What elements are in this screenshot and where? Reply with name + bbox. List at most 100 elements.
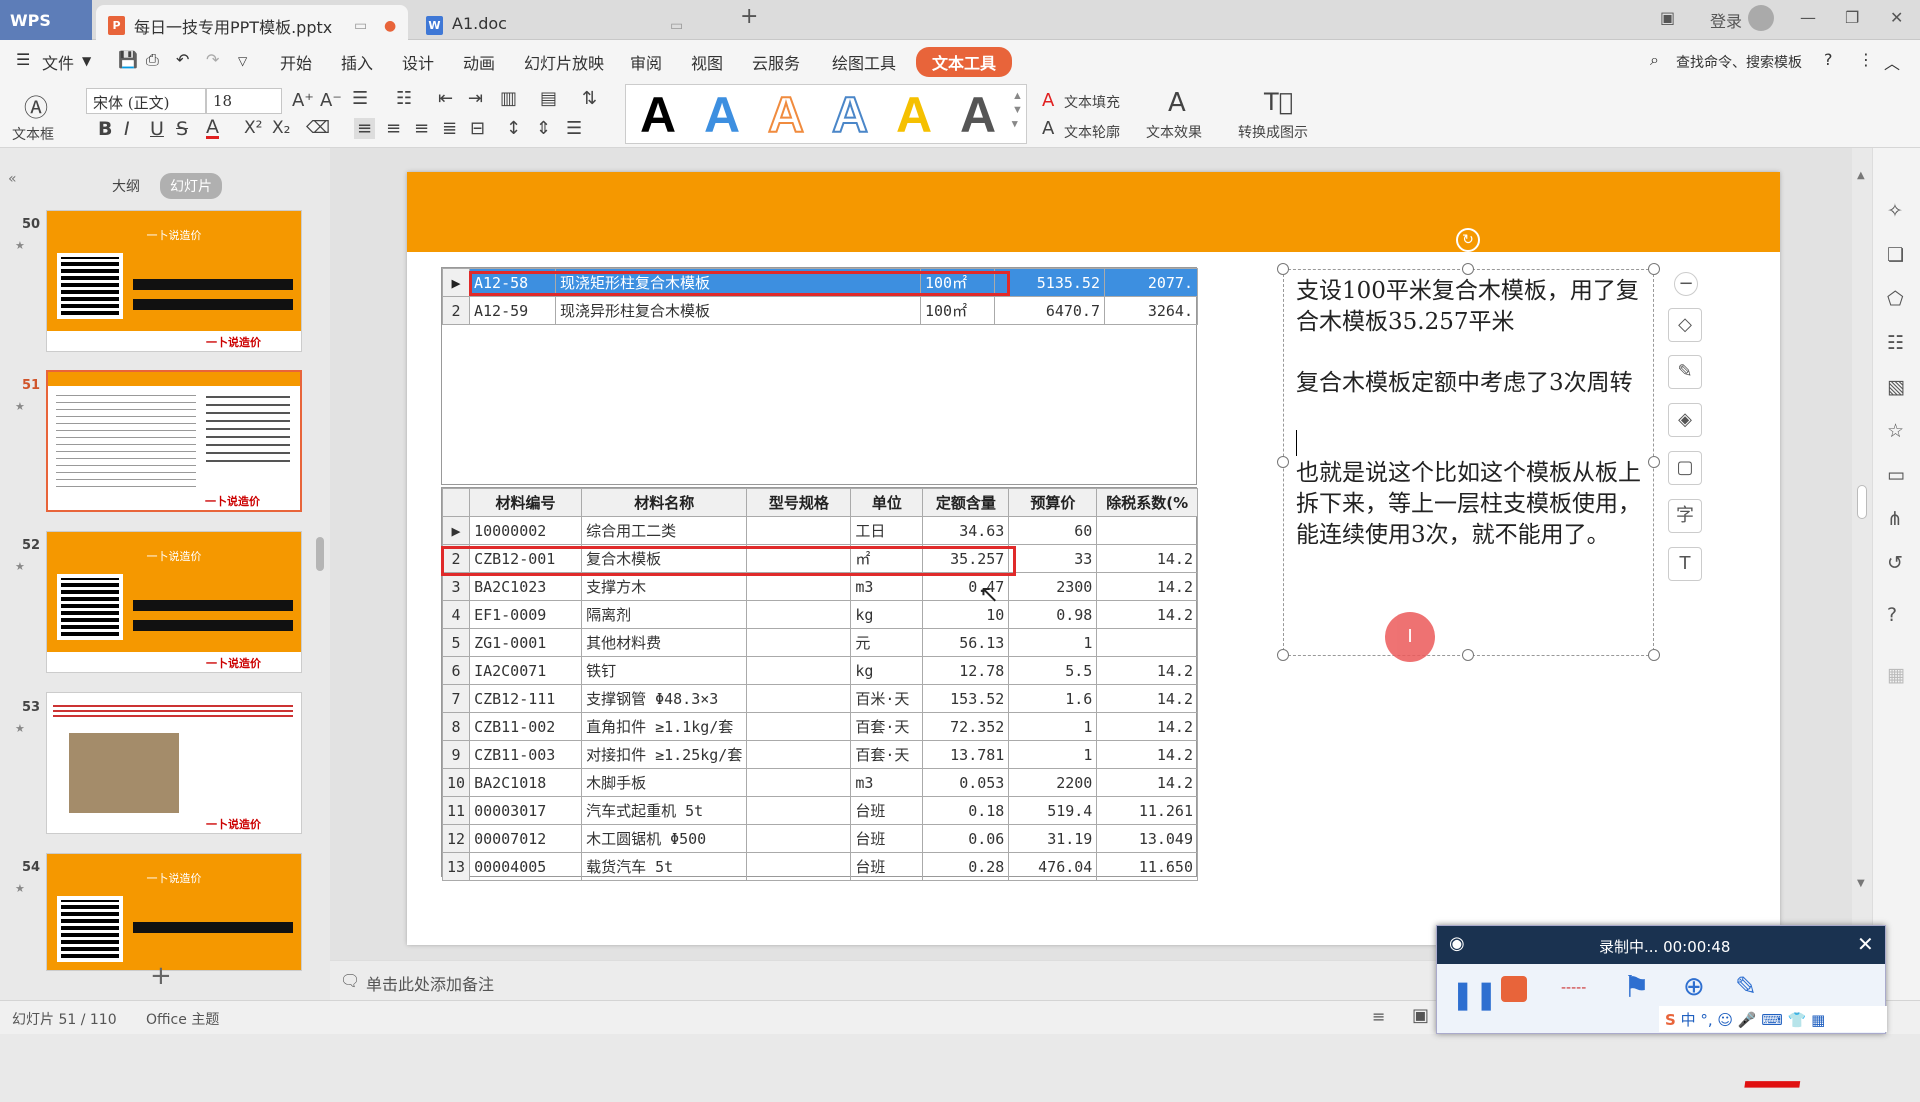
strikethrough-icon[interactable]: S [176,118,188,140]
table-row[interactable]: 13 00004005 载货汽车 5t 台班 0.28 476.04 11.650 [441,852,1198,881]
table-row[interactable]: 10 BA2C1018 木脚手板 m3 0.053 2200 14.2 [441,768,1198,797]
menu-file[interactable]: 文件 [42,50,74,74]
outdent-icon[interactable]: ⇥ [468,88,483,109]
textbox-icon[interactable]: Ⓐ [24,88,48,123]
table-row[interactable]: 11 00003017 汽车式起重机 5t 台班 0.18 519.4 11.261 [441,796,1198,825]
stop-button[interactable] [1501,976,1527,1002]
more-icon[interactable]: ⋮ [1858,50,1874,69]
draw-icon[interactable]: ✎ [1735,972,1757,1002]
zoom-icon[interactable]: ⊕ [1683,972,1705,1002]
underline-icon[interactable]: U [150,118,164,140]
superscript-icon[interactable]: X² [244,118,262,138]
restore-button[interactable]: ❐ [1845,8,1859,27]
text-fill-icon[interactable]: A [1042,90,1054,111]
pause-button[interactable]: ❚❚ [1451,978,1498,1011]
archive-icon[interactable]: ▭ [1887,464,1905,486]
theme-name[interactable]: Office 主题 [146,1009,219,1029]
table-row[interactable]: 2 A12-59 现浇异形柱复合木模板 100㎡ 6470.7 3264. [442,296,1198,325]
login-button[interactable]: 登录 [1710,8,1742,32]
search-commands[interactable]: 查找命令、搜索模板 [1676,52,1802,72]
resize-handle[interactable] [1277,456,1289,468]
grid-icon[interactable]: ▦ [1887,664,1905,686]
table-row[interactable]: ▶ 10000002 综合用工二类 工日 34.63 60 [441,516,1198,545]
table-row[interactable]: 4 EF1-0009 隔离剂 kg 10 0.98 14.2 [441,600,1198,629]
table-row[interactable]: 9 CZB11-003 对接扣件 ≥1.25kg/套 百套·天 13.781 1 14.2 [441,740,1198,769]
resize-handle[interactable] [1462,263,1474,275]
italic-icon[interactable]: I [124,118,130,140]
table-row[interactable]: 8 CZB11-002 直角扣件 ≥1.1kg/套 百套·天 72.352 1 14.2 [441,712,1198,741]
convert-icon[interactable]: T [1668,547,1702,581]
rotate-handle-icon[interactable]: ↻ [1456,228,1480,252]
clear-format-icon[interactable]: ⌫ [306,118,330,138]
wps-logo[interactable]: WPS [0,0,92,40]
font-icon[interactable]: 字 [1668,499,1702,533]
hamburger-icon[interactable]: ☰ [16,50,30,69]
align-left-icon[interactable]: ≡ [354,118,376,139]
slide-thumbnail-54[interactable]: 一卜说造价 [46,853,302,971]
save-icon[interactable]: 💾 [118,50,138,69]
paragraph-icon[interactable]: ▤ [540,88,557,109]
line-spacing-icon[interactable]: ↕ [506,118,521,139]
image-icon[interactable]: ▧ [1887,376,1905,398]
text-effect-icon[interactable]: A [1168,88,1186,118]
menu-animation[interactable]: 动画 [463,50,495,74]
style-yellow[interactable]: A [896,89,932,141]
settings-icon[interactable]: ☷ [1887,332,1904,354]
tab-pptx[interactable]: P 每日一技专用PPT模板.pptx ▭ ● [96,5,408,40]
help-icon[interactable]: ? [1824,50,1833,69]
style-blue-outline[interactable]: A [831,88,869,142]
share-icon[interactable]: ⋔ [1887,508,1903,530]
notes-placeholder[interactable]: 单击此处添加备注 [366,971,494,995]
menu-view[interactable]: 视图 [691,50,723,74]
text-outline-button[interactable]: 文本轮廓 [1064,122,1120,142]
help-circle-icon[interactable]: ? [1887,604,1897,626]
resize-handle[interactable] [1277,263,1289,275]
direction-icon[interactable]: ⇅ [582,88,597,109]
selected-textbox[interactable]: 支设100平米复合木模板，用了复合木模板35.257平米 复合木模板定额中考虑了… [1283,269,1654,656]
justify-icon[interactable]: ≣ [442,118,457,139]
text-fill-button[interactable]: 文本填充 [1064,92,1120,112]
tab-slides[interactable]: 幻灯片 [160,173,222,199]
undo-icon[interactable]: ↶ [176,50,189,69]
slide-thumbnail-51[interactable]: 一卜说造价 [46,370,302,512]
style-black[interactable]: A [640,89,676,141]
vertical-scrollbar[interactable]: ▲ ▼ [1856,170,1868,908]
fill-icon[interactable]: ◈ [1668,403,1702,437]
convert-diagram-icon[interactable]: T⃞ [1264,88,1293,116]
notes-toggle-icon[interactable]: ≡ [1372,1007,1385,1026]
table-row[interactable]: 3 BA2C1023 支撑方木 m3 0.47 2300 14.2 [441,572,1198,601]
style-blue[interactable]: A [704,89,740,141]
search-icon[interactable]: ⌕ [1650,50,1659,70]
redo-icon[interactable]: ↷ [206,50,219,69]
pen-icon[interactable]: ✎ [1668,355,1702,389]
textbox-paragraph-1[interactable]: 支设100平米复合木模板，用了复合木模板35.257平米 [1296,276,1648,338]
resize-handle[interactable] [1277,649,1289,661]
star-outline-icon[interactable]: ☆ [1887,420,1904,442]
bold-icon[interactable]: B [98,118,112,140]
menu-review[interactable]: 审阅 [630,50,662,74]
text-effect-button[interactable]: 文本效果 [1146,122,1202,142]
ime-toolbar[interactable]: S 中 °, ☺ 🎤 ⌨ 👕 ▦ [1659,1006,1887,1032]
shapes-icon[interactable]: ⬠ [1887,288,1904,310]
menu-design[interactable]: 设计 [402,50,434,74]
window-mode-icon[interactable]: ▣ [1660,8,1675,27]
pin-icon[interactable]: ✧ [1887,200,1903,222]
menu-start[interactable]: 开始 [280,50,312,74]
layers-icon[interactable]: ◇ [1668,308,1702,342]
history-icon[interactable]: ↺ [1887,552,1903,574]
resize-handle[interactable] [1648,263,1660,275]
align-right-icon[interactable]: ≡ [414,118,429,139]
slide-thumbnail-53[interactable]: 一卜说造价 [46,692,302,834]
collapse-panel-icon[interactable]: « [8,171,17,187]
font-family-select[interactable]: 宋体 (正文) [86,88,206,114]
copy-icon[interactable]: ❏ [1887,244,1904,266]
font-size-select[interactable]: 18 [206,88,282,114]
text-outline-icon[interactable]: A [1042,118,1054,139]
convert-diagram-button[interactable]: 转换成图示 [1238,122,1308,142]
style-orange-outline[interactable]: A [767,88,805,142]
dash-icon[interactable]: ----- [1561,980,1586,996]
gallery-scroll-icon[interactable]: ▲ ▼ ▾ [1012,89,1023,131]
font-color-icon[interactable]: A [206,118,219,139]
quick-access-chevron-icon[interactable]: ▽ [238,54,247,68]
menu-text-tools[interactable]: 文本工具 [916,47,1013,77]
